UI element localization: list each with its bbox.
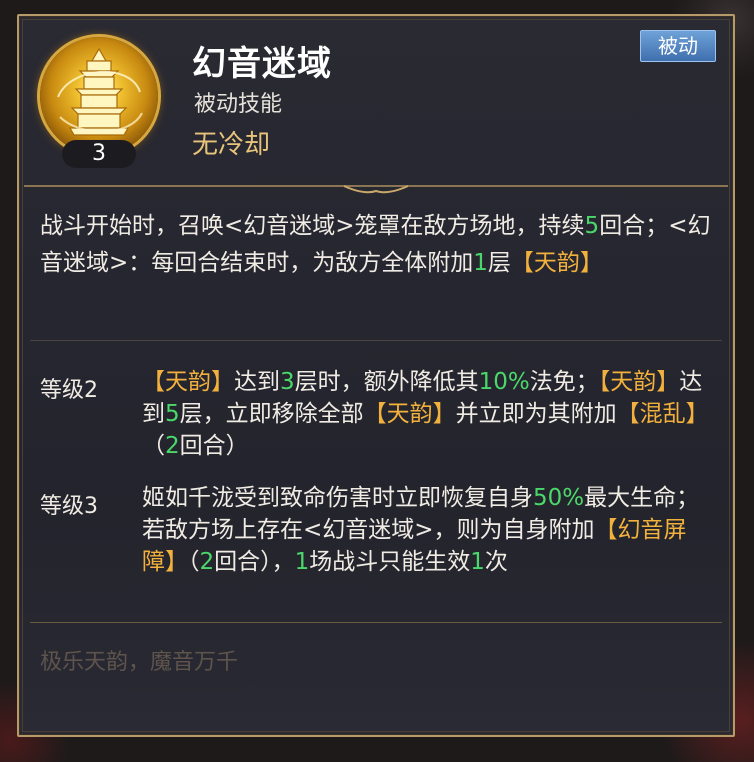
keyword-highlight: 【天韵】 [510, 250, 603, 276]
level-3-effect: 姬如千泷受到致命伤害时立即恢复自身50%最大生命；若敌方场上存在<幻音迷域>，则… [142, 482, 710, 578]
skill-name: 幻音迷域 [192, 44, 332, 84]
value-highlight: 3 [280, 369, 295, 395]
text-segment: 达到 [234, 369, 280, 395]
text-segment: 层，立即移除全部 [179, 401, 364, 427]
value-highlight: 5 [165, 401, 180, 427]
flavor-text: 极乐天韵，魔音万千 [40, 650, 239, 675]
keyword-highlight: 【天韵】 [598, 369, 680, 395]
value-highlight: 5 [584, 213, 600, 239]
level-2-effect: 【天韵】达到3层时，额外降低其10%法免；【天韵】达到5层，立即移除全部【天韵】… [142, 366, 710, 462]
golden-tower-icon [57, 47, 143, 136]
text-segment: 战斗开始时，召唤<幻音迷域>笼罩在敌方场地，持续 [40, 213, 585, 239]
skill-type: 被动技能 [194, 92, 283, 117]
value-highlight: 2 [199, 549, 215, 575]
text-segment: 法免； [529, 369, 599, 395]
skill-icon [40, 37, 158, 155]
text-segment: （ [188, 549, 200, 575]
text-segment: 回合）， [214, 549, 295, 575]
keyword-highlight: 【混乱】 [616, 401, 709, 427]
value-highlight: 10% [478, 369, 530, 395]
text-segment: 场战斗只能生效 [309, 549, 471, 575]
text-segment: 姬如千泷受到致命伤害时立即恢复自身 [142, 485, 533, 511]
flavor-divider [30, 622, 722, 623]
text-segment: 次 [484, 549, 508, 575]
text-segment: 并立即为其附加 [455, 401, 617, 427]
value-highlight: 1 [294, 549, 310, 575]
keyword-highlight: 【天韵】 [142, 369, 234, 395]
text-segment: 层时，额外降低其 [294, 369, 479, 395]
text-segment: 层 [487, 250, 511, 276]
level-2-label: 等级2 [40, 378, 98, 403]
value-highlight: 1 [473, 250, 488, 276]
value-highlight: 50% [533, 485, 585, 511]
skill-level-badge: 3 [62, 140, 136, 168]
skill-description: 战斗开始时，召唤<幻音迷域>笼罩在敌方场地，持续5回合；<幻音迷域>：每回合结束… [40, 208, 716, 282]
level-3-label: 等级3 [40, 494, 98, 519]
passive-tag: 被动 [640, 30, 716, 62]
keyword-highlight: 【天韵】 [363, 401, 456, 427]
value-highlight: 2 [165, 433, 180, 459]
ornament-divider [24, 185, 728, 194]
value-highlight: 1 [470, 549, 485, 575]
text-segment: （ [142, 433, 165, 459]
text-segment: 回合） [179, 433, 249, 459]
section-divider [30, 340, 722, 341]
skill-cooldown: 无冷却 [192, 130, 271, 160]
